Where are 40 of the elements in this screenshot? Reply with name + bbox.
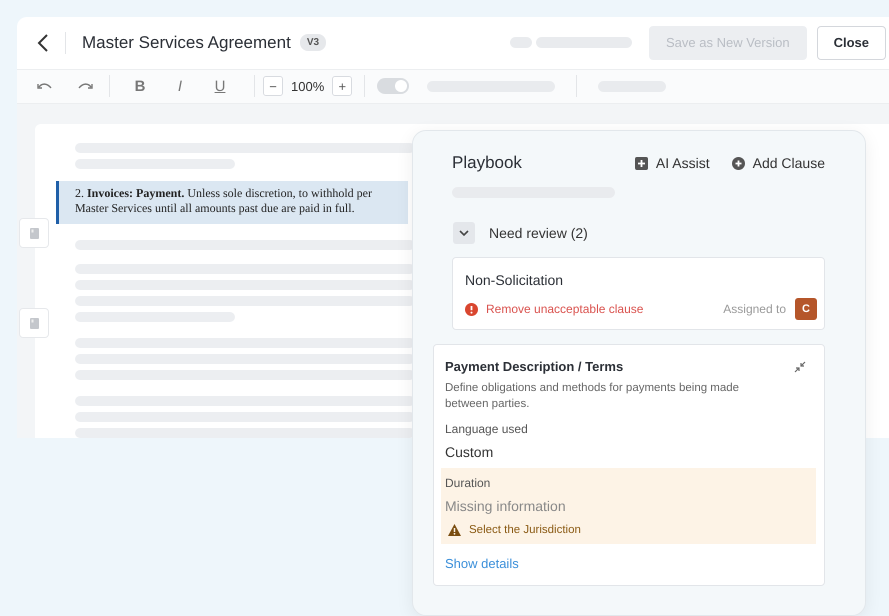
field-label: Duration [445,476,492,490]
warning-icon [448,524,461,536]
redo-icon[interactable] [77,81,93,92]
error-icon [465,302,478,316]
format-button[interactable]: U [206,74,234,98]
undo-icon[interactable] [37,81,53,92]
panel-title: Playbook [452,153,523,173]
back-icon[interactable] [37,32,49,53]
plus-square-icon [634,156,648,170]
collapse-icon[interactable] [794,360,806,372]
field-value: Missing information [445,498,567,514]
clause-title: Payment Description / Terms [445,359,624,374]
zoom-level: 100% [291,78,324,94]
add-clause-button[interactable]: Add Clause [732,155,825,171]
assigned-label: Assigned to [723,302,786,316]
document-icon [30,318,38,328]
expand-toggle[interactable] [453,222,475,244]
comment-marker[interactable] [19,308,49,338]
field-label: Language used [445,422,529,436]
comment-marker[interactable] [19,218,49,248]
field-value: Custom [445,444,494,460]
warning-text: Select the Jurisdiction [469,524,581,536]
zoom-out-button[interactable]: − [263,76,283,96]
document-icon [30,228,38,238]
clause-description: Define obligations and methods for payments being made between parties. [445,381,740,412]
toggle-switch[interactable] [377,78,410,94]
ai-assist-button[interactable]: AI Assist [634,155,710,171]
add-circle-icon [732,156,745,170]
version-badge: V3 [300,34,326,52]
zoom-in-button[interactable]: + [332,76,352,96]
issue-text: Remove unacceptable clause [486,302,644,316]
assignee-avatar[interactable]: C [795,298,817,320]
highlighted-clause: 2. Invoices: Payment. Unless sole discretion, to withhold per Master Services until all amounts past due are paid in full. [56,181,408,224]
group-label: Need review (2) [489,225,588,241]
format-button[interactable]: I [166,74,194,98]
close-button[interactable]: Close [816,26,886,60]
clause-title: Non-Solicitation [465,272,564,288]
document-title: Master Services Agreement [82,32,291,53]
clause-card[interactable]: Non-Solicitation Remove unacceptable clause Assigned to C [452,257,825,330]
format-button[interactable]: B [126,74,154,98]
